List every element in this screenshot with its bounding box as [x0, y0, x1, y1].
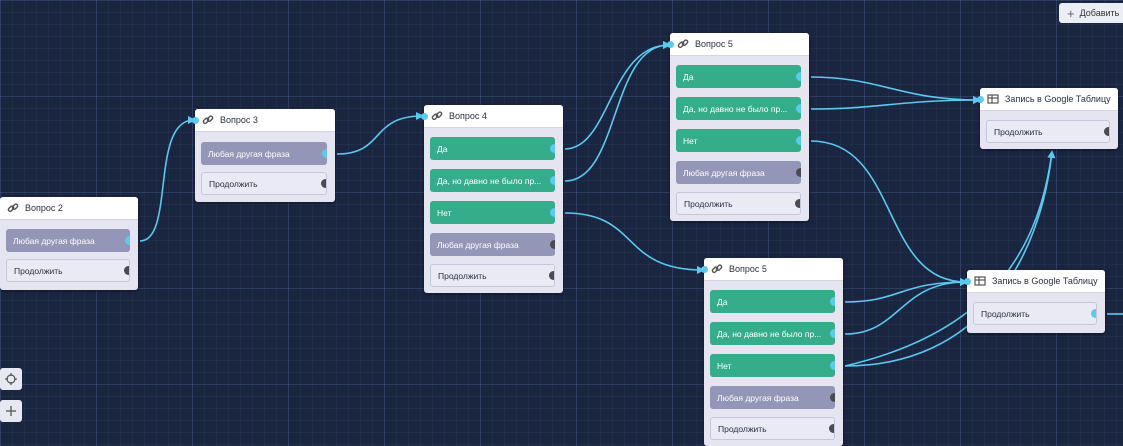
node-title: Вопрос 2 [25, 203, 63, 213]
option-any-phrase[interactable]: Любая другая фраза [6, 229, 130, 252]
link-icon [202, 115, 214, 125]
option-continue[interactable]: Продолжить [430, 264, 555, 287]
option-any-phrase[interactable]: Любая другая фраза [676, 161, 801, 184]
input-port[interactable] [421, 113, 428, 120]
edge-q5b-dano-gs2 [844, 278, 968, 335]
edge-q4-da-q5a [564, 41, 671, 150]
link-icon [431, 111, 443, 121]
plus-icon: + [1067, 5, 1075, 21]
input-port[interactable] [977, 96, 984, 103]
option-yes[interactable]: Да [430, 137, 555, 160]
link-icon [711, 264, 723, 274]
node-question-3[interactable]: Вопрос 3 Любая другая фраза Продолжить [192, 109, 335, 202]
input-port[interactable] [667, 41, 674, 48]
node-title: Вопрос 3 [220, 115, 258, 125]
option-continue[interactable]: Продолжить [973, 302, 1097, 325]
add-button-label: Добавить [1079, 8, 1120, 18]
input-port[interactable] [192, 117, 199, 124]
node-title: Запись в Google Таблицу [992, 276, 1098, 286]
node-question-5a[interactable]: Вопрос 5 Да Да, но давно не было пр... Н… [667, 33, 809, 221]
output-port[interactable] [1091, 309, 1096, 318]
output-port[interactable] [322, 149, 327, 158]
edge-q5a-da-gs1 [810, 76, 981, 104]
edge-q2-q3 [139, 116, 196, 242]
output-port[interactable] [796, 168, 801, 177]
node-title: Вопрос 5 [729, 264, 767, 274]
edge-q5b-net-gs1b [844, 151, 1053, 367]
edge-q4-net-q5b [564, 212, 705, 274]
option-yes-but-long-ago[interactable]: Да, но давно не было пр... [430, 169, 555, 192]
edge-q4-dano-q5a [564, 41, 671, 182]
edge-q5b-net-gs1 [844, 150, 1056, 367]
node-google-sheet-2[interactable]: Запись в Google Таблицу Продолжить [964, 270, 1105, 333]
option-any-phrase[interactable]: Любая другая фраза [710, 386, 835, 409]
link-icon [677, 39, 689, 49]
option-no[interactable]: Нет [710, 354, 835, 377]
node-header[interactable]: Вопрос 5 [670, 33, 809, 56]
option-yes-but-long-ago[interactable]: Да, но давно не было пр... [676, 97, 801, 120]
option-continue[interactable]: Продолжить [201, 172, 327, 195]
output-port[interactable] [830, 361, 835, 370]
option-any-phrase[interactable]: Любая другая фраза [430, 233, 555, 256]
edge-q3-q4 [336, 112, 424, 155]
output-port[interactable] [321, 179, 326, 188]
output-port[interactable] [830, 393, 835, 402]
option-continue[interactable]: Продолжить [6, 259, 130, 282]
option-yes[interactable]: Да [676, 65, 801, 88]
output-port[interactable] [796, 72, 801, 81]
node-google-sheet-1[interactable]: Запись в Google Таблицу Продолжить [977, 88, 1118, 149]
node-title: Вопрос 5 [695, 39, 733, 49]
output-port[interactable] [549, 271, 554, 280]
add-button[interactable]: + Добавить [1059, 3, 1123, 23]
output-port[interactable] [550, 176, 555, 185]
output-port[interactable] [1104, 127, 1109, 136]
link-icon [7, 203, 19, 213]
node-question-5b[interactable]: Вопрос 5 Да Да, но давно не было пр... Н… [701, 258, 843, 446]
output-port[interactable] [124, 266, 129, 275]
node-header[interactable]: Запись в Google Таблицу [980, 88, 1118, 111]
table-icon [974, 276, 986, 286]
edge-q5a-dano-gs1 [810, 96, 981, 110]
output-port[interactable] [830, 297, 835, 306]
output-port[interactable] [550, 144, 555, 153]
option-any-phrase[interactable]: Любая другая фраза [201, 142, 327, 165]
node-header[interactable]: Вопрос 5 [704, 258, 843, 281]
node-header[interactable]: Вопрос 2 [0, 197, 138, 220]
output-port[interactable] [550, 240, 555, 249]
zoom-in-button[interactable] [0, 400, 22, 422]
option-continue[interactable]: Продолжить [676, 192, 801, 215]
node-title: Вопрос 4 [449, 111, 487, 121]
crosshair-icon [5, 373, 17, 385]
output-port[interactable] [796, 104, 801, 113]
node-question-2[interactable]: Вопрос 2 Любая другая фраза Продолжить [0, 197, 138, 290]
node-header[interactable]: Вопрос 4 [424, 105, 563, 128]
option-yes-but-long-ago[interactable]: Да, но давно не было пр... [710, 322, 835, 345]
edge-q5b-da-gs2 [844, 278, 968, 303]
output-port[interactable] [830, 329, 835, 338]
output-port[interactable] [796, 136, 801, 145]
input-port[interactable] [701, 266, 708, 273]
input-port[interactable] [964, 278, 971, 285]
output-port[interactable] [550, 208, 555, 217]
option-no[interactable]: Нет [676, 129, 801, 152]
plus-icon [6, 406, 16, 416]
node-header[interactable]: Запись в Google Таблицу [967, 270, 1105, 293]
option-continue[interactable]: Продолжить [986, 120, 1110, 143]
option-yes[interactable]: Да [710, 290, 835, 313]
table-icon [987, 94, 999, 104]
node-title: Запись в Google Таблицу [1005, 94, 1111, 104]
node-header[interactable]: Вопрос 3 [195, 109, 335, 132]
output-port[interactable] [795, 199, 800, 208]
output-port[interactable] [125, 236, 130, 245]
recenter-button[interactable] [0, 368, 22, 390]
node-question-4[interactable]: Вопрос 4 Да Да, но давно не было пр... Н… [421, 105, 563, 293]
option-no[interactable]: Нет [430, 201, 555, 224]
